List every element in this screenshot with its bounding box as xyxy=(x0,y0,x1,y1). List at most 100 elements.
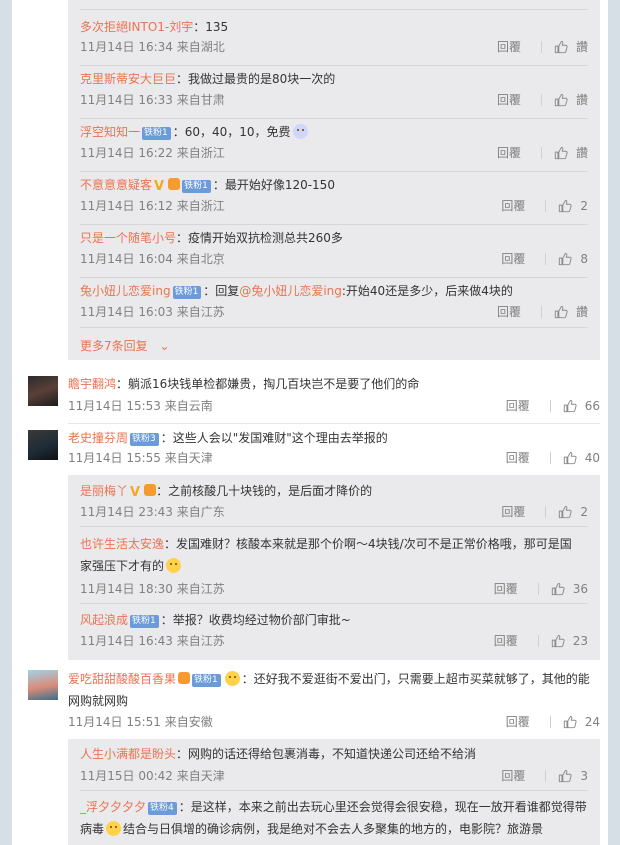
reply-meta: 11月14日 16:12 来自浙江 xyxy=(80,199,225,213)
reply-button[interactable]: 回覆 xyxy=(497,144,521,162)
thumbs-up-icon[interactable] xyxy=(554,93,568,107)
sub-replies-block-3: 人生小满都是盼头：网购的话还得给包裹消毒，不知道快递公司还给不给消 11月15日… xyxy=(68,739,600,845)
reply-button[interactable]: 回覆 xyxy=(501,767,525,785)
thumbs-up-icon[interactable] xyxy=(563,715,577,729)
avatar[interactable] xyxy=(28,430,58,460)
reply-text: ：举报？收费均经过物价部门审批~ xyxy=(160,613,351,627)
reply-button[interactable]: 回覆 xyxy=(494,632,518,650)
reply-button[interactable]: 回覆 xyxy=(506,397,530,415)
thumbs-up-icon[interactable] xyxy=(551,582,565,596)
user-name-link[interactable]: 瞻宇翻鸿 xyxy=(68,377,116,391)
sub-reply-item: _浮夕夕夕夕 铁粉4 ：是这样，本来之前出去玩心里还会觉得会很安稳，现在一放开看谁都… xyxy=(80,792,588,845)
reply-text: ：网购的话还得给包裹消毒，不知道快递公司还给不给消 xyxy=(176,747,477,761)
reply-text: :开始40还是多少，后来做4块的 xyxy=(341,284,513,298)
divider xyxy=(545,253,547,265)
divider xyxy=(545,200,547,212)
like-count[interactable]: 40 xyxy=(585,449,600,467)
reply-button[interactable]: 回覆 xyxy=(506,713,530,731)
mention-link[interactable]: @兔小妞儿恋爱ing xyxy=(239,284,342,298)
smirk-emoji-icon xyxy=(292,124,308,139)
reply-button[interactable]: 回覆 xyxy=(494,580,518,598)
user-name-link[interactable]: 风起浪成 xyxy=(80,613,128,627)
divider xyxy=(540,41,542,53)
smile-emoji-icon xyxy=(106,821,122,836)
crown-icon xyxy=(168,178,181,190)
like-count[interactable]: 3 xyxy=(580,767,588,785)
crown-icon xyxy=(178,672,191,684)
thumbs-up-icon[interactable] xyxy=(558,199,572,213)
user-name-link[interactable]: _浮夕夕夕夕 xyxy=(80,800,146,814)
user-name-link[interactable]: 多次拒絕INTO1-刘宇 xyxy=(80,20,193,34)
thumbs-up-icon[interactable] xyxy=(558,769,572,783)
avatar[interactable] xyxy=(28,670,58,700)
reply-button[interactable]: 回覆 xyxy=(501,250,525,268)
thumbs-up-icon[interactable] xyxy=(558,505,572,519)
more-replies-label[interactable]: 更多7条回复 xyxy=(80,339,148,353)
user-name-link[interactable]: 浮空知知一 xyxy=(80,125,140,139)
comment-item: 爱吃甜甜酸酸百香果 铁粉1 ：还好我不爱逛街不爱出门，只需要上超市买菜就够了，其他的… xyxy=(28,668,600,738)
like-count[interactable]: 36 xyxy=(573,580,588,598)
divider xyxy=(540,94,542,106)
sub-reply-item: 人生小满都是盼头：网购的话还得给包裹消毒，不知道快递公司还给不给消 11月15日… xyxy=(80,739,588,791)
reply-meta: 11月14日 16:33 来自甘肃 xyxy=(80,93,225,107)
thumbs-up-icon[interactable] xyxy=(551,634,565,648)
like-count[interactable]: 2 xyxy=(580,197,588,215)
thumbs-up-icon[interactable] xyxy=(558,252,572,266)
reply-meta: 11月14日 16:03 来自江苏 xyxy=(80,305,225,319)
comment-text: ：这些人会以"发国难财"这个理由去举报的 xyxy=(160,431,388,445)
user-name-link[interactable]: 只是一个随笔小号 xyxy=(80,231,176,245)
fan-badge[interactable]: 铁粉1 xyxy=(142,127,171,140)
user-name-link[interactable]: 爱吃甜甜酸酸百香果 xyxy=(68,672,176,686)
user-name-link[interactable]: 人生小满都是盼头 xyxy=(80,747,176,761)
like-count[interactable]: 23 xyxy=(573,632,588,650)
like-count[interactable]: 讚 xyxy=(576,144,588,162)
like-count[interactable]: 24 xyxy=(585,713,600,731)
comment-meta: 11月14日 15:53 来自云南 xyxy=(68,399,213,413)
reply-button[interactable]: 回覆 xyxy=(501,503,525,521)
reply-meta: 11月14日 16:43 来自江苏 xyxy=(80,634,225,648)
like-count[interactable]: 2 xyxy=(580,503,588,521)
user-name-link[interactable]: 老史撞芬周 xyxy=(68,431,128,445)
fan-badge[interactable]: 铁粉1 xyxy=(130,615,159,628)
fan-badge[interactable]: 铁粉3 xyxy=(130,433,159,446)
user-name-link[interactable]: 兔小妞儿恋爱ing xyxy=(80,284,171,298)
sub-reply-item: 风起浪成 铁粉1 ：举报？收费均经过物价部门审批~ 11月14日 16:43 来自江… xyxy=(80,605,588,659)
user-name-link[interactable]: 不意意意疑客 xyxy=(80,178,152,192)
reply-button[interactable]: 回覆 xyxy=(497,303,521,321)
reply-button[interactable]: 回覆 xyxy=(506,449,530,467)
user-name-link[interactable]: 是丽梅丫 xyxy=(80,484,128,498)
thumbs-up-icon[interactable] xyxy=(554,146,568,160)
thumbs-up-icon[interactable] xyxy=(554,305,568,319)
crown-icon xyxy=(144,484,157,496)
like-count[interactable]: 讚 xyxy=(576,303,588,321)
like-count[interactable]: 8 xyxy=(580,250,588,268)
reply-meta: 11月14日 18:30 来自江苏 xyxy=(80,582,225,596)
divider xyxy=(540,306,542,318)
comment-meta: 11月14日 15:51 来自安徽 xyxy=(68,715,213,729)
sub-reply-item: 也许生活太安逸：发国难财？核酸本来就是那个价啊～4块钱/次可不是正常价格哦，那可… xyxy=(80,528,588,604)
more-replies-link[interactable]: 更多7条回复 ⌄ xyxy=(80,337,170,355)
reply-button[interactable]: 回覆 xyxy=(497,38,521,56)
reply-button[interactable]: 回覆 xyxy=(501,197,525,215)
like-count[interactable]: 讚 xyxy=(576,91,588,109)
like-count[interactable]: 66 xyxy=(585,397,600,415)
fan-badge[interactable]: 铁粉4 xyxy=(148,802,177,815)
reply-button[interactable]: 回覆 xyxy=(497,91,521,109)
thumbs-up-icon[interactable] xyxy=(563,399,577,413)
user-name-link[interactable]: 也许生活太安逸 xyxy=(80,537,164,551)
avatar[interactable] xyxy=(28,376,58,406)
like-count[interactable]: 讚 xyxy=(576,38,588,56)
reply-text: ：60，40，10，免费 xyxy=(172,125,291,139)
reply-meta: 11月14日 23:43 来自广东 xyxy=(80,505,225,519)
fan-badge[interactable]: 铁粉1 xyxy=(172,286,202,299)
user-name-link[interactable]: 克里斯蒂安大巨巨 xyxy=(80,72,176,86)
thumbs-up-icon[interactable] xyxy=(554,40,568,54)
verified-v-icon: V xyxy=(154,179,165,194)
thumbs-up-icon[interactable] xyxy=(563,451,577,465)
fan-badge[interactable]: 铁粉1 xyxy=(182,180,211,193)
verified-v-icon: V xyxy=(130,485,141,500)
fan-badge[interactable]: 铁粉1 xyxy=(192,674,221,687)
comment-item: 老史撞芬周 铁粉3 ：这些人会以"发国难财"这个理由去举报的 11月14日 15:5… xyxy=(28,428,600,474)
reply-meta: 11月14日 16:04 来自北京 xyxy=(80,252,225,266)
chevron-down-icon: ⌄ xyxy=(159,339,170,353)
